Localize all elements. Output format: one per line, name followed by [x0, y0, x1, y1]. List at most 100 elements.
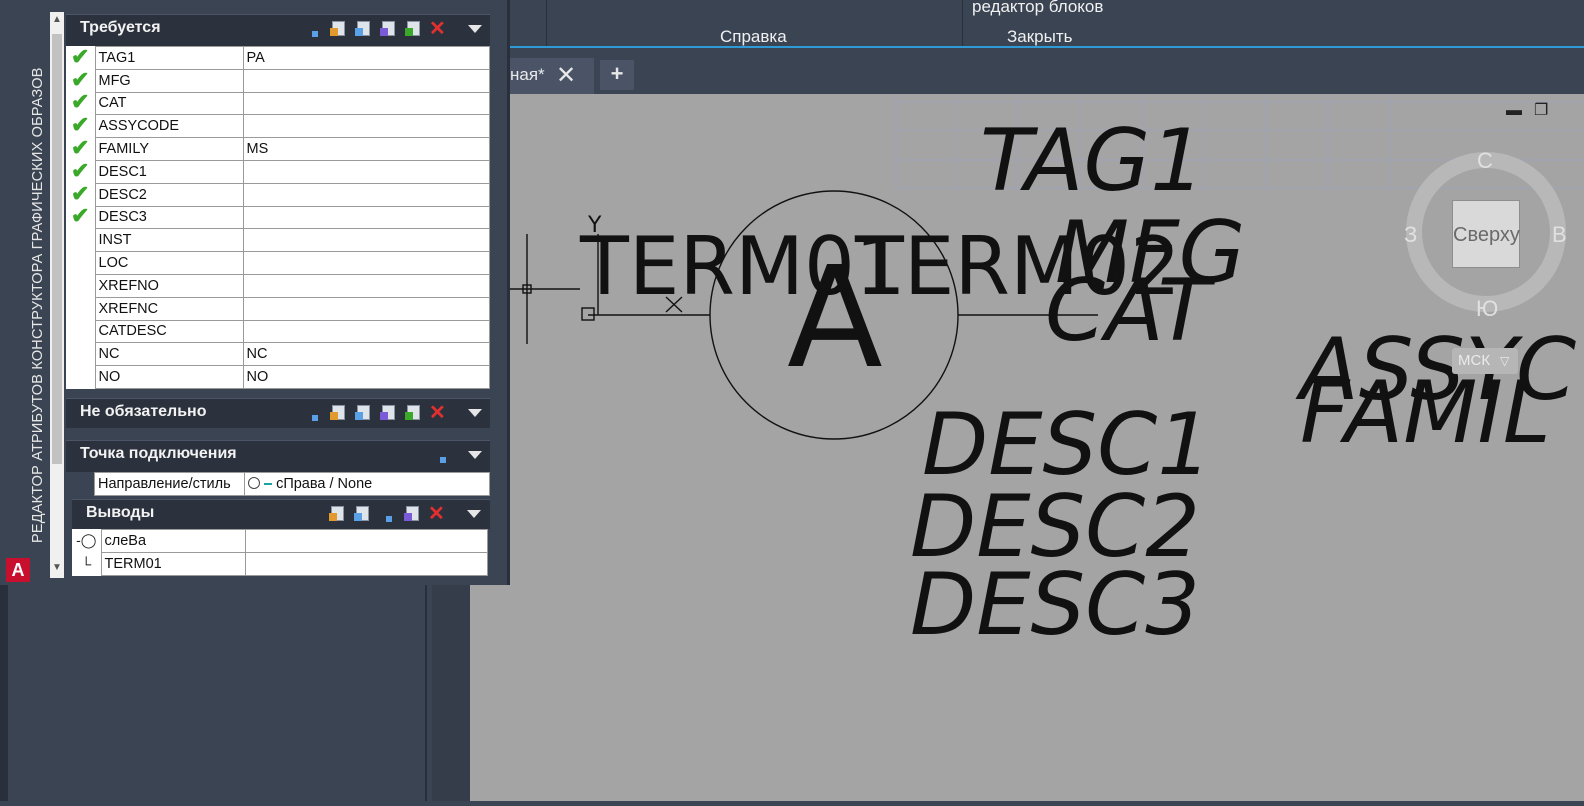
attribute-value-cell[interactable]: MS: [242, 137, 490, 161]
close-block-editor-button[interactable]: Закрыть: [1007, 27, 1072, 47]
attribute-value-cell[interactable]: PA: [242, 46, 490, 70]
table-row[interactable]: └ TERM01: [72, 551, 488, 576]
move-attribute-icon[interactable]: [304, 19, 323, 38]
pin-name-cell[interactable]: TERM01: [100, 551, 246, 576]
table-row[interactable]: CATDESC: [66, 319, 490, 344]
attribute-value-cell[interactable]: NO: [242, 365, 490, 389]
autocad-app-icon[interactable]: A: [6, 558, 30, 582]
attribute-value-cell[interactable]: [242, 91, 490, 116]
attribute-value-cell[interactable]: [242, 68, 490, 93]
collapse-section-icon[interactable]: [468, 25, 482, 33]
new-tab-button[interactable]: +: [600, 60, 634, 90]
pin-value-cell[interactable]: [244, 551, 488, 576]
table-row[interactable]: NO NO: [66, 365, 490, 389]
attribute-name-cell[interactable]: CAT: [94, 91, 244, 116]
table-row[interactable]: Направление/стиль сПрава / None: [94, 472, 490, 496]
table-row[interactable]: NC NC: [66, 342, 490, 367]
table-row[interactable]: ✔ DESC2: [66, 182, 490, 207]
attribute-name-cell[interactable]: NC: [94, 342, 244, 367]
attribute-name-cell[interactable]: XREFNC: [94, 296, 244, 321]
compass-east[interactable]: В: [1552, 222, 1567, 248]
table-row[interactable]: ✔ DESC3: [66, 205, 490, 230]
collapse-section-icon[interactable]: [468, 409, 482, 417]
attribute-name-cell[interactable]: CATDESC: [94, 319, 244, 344]
pin-value-cell[interactable]: [244, 529, 488, 553]
compass-north[interactable]: С: [1477, 148, 1493, 174]
attribute-properties-icon[interactable]: [404, 19, 423, 38]
table-row[interactable]: ✔ MFG: [66, 68, 490, 93]
close-tab-icon[interactable]: ✕: [556, 61, 576, 90]
restore-icon[interactable]: ❐: [1534, 100, 1548, 120]
insert-attribute-icon[interactable]: [354, 403, 373, 422]
insert-attribute-icon[interactable]: [354, 19, 373, 38]
attribute-value-cell[interactable]: [242, 251, 490, 275]
section-connection-header[interactable]: Точка подключения: [66, 440, 490, 472]
attribute-properties-icon[interactable]: [404, 403, 423, 422]
attribute-name-cell[interactable]: ASSYCODE: [94, 114, 244, 139]
help-panel-label[interactable]: Справка: [720, 27, 787, 47]
insert-pin-icon[interactable]: [353, 504, 372, 523]
table-row[interactable]: ✔ FAMILY MS: [66, 137, 490, 161]
table-row[interactable]: ✔ TAG1 PA: [66, 45, 490, 70]
attribute-name-cell[interactable]: LOC: [94, 251, 244, 275]
attribute-name-cell[interactable]: DESC2: [94, 182, 244, 207]
attribute-value-cell[interactable]: [242, 159, 490, 184]
scroll-thumb[interactable]: [52, 34, 62, 464]
delete-pin-icon[interactable]: ✕: [428, 503, 447, 525]
scroll-down-icon[interactable]: ▼: [50, 562, 64, 573]
table-row[interactable]: LOC: [66, 251, 490, 275]
check-cell: [66, 251, 95, 275]
attribute-name-cell[interactable]: DESC3: [94, 205, 244, 230]
collapse-section-icon[interactable]: [467, 510, 481, 518]
attribute-name-cell[interactable]: MFG: [94, 68, 244, 93]
delete-attribute-icon[interactable]: ✕: [429, 402, 448, 424]
viewcube[interactable]: Сверху С Ю З В: [1404, 148, 1567, 322]
attribute-name-cell[interactable]: FAMILY: [94, 137, 244, 161]
edit-attribute-icon[interactable]: [379, 19, 398, 38]
delete-attribute-icon[interactable]: ✕: [429, 18, 448, 40]
table-row[interactable]: XREFNO: [66, 273, 490, 298]
attribute-value-cell[interactable]: [242, 319, 490, 344]
direction-value[interactable]: сПрава / None: [244, 472, 490, 496]
attribute-value-cell[interactable]: [242, 114, 490, 139]
move-attribute-icon[interactable]: [304, 403, 323, 422]
section-required-header[interactable]: Требуется ✕: [66, 14, 490, 46]
attribute-name-cell[interactable]: DESC1: [94, 159, 244, 184]
collapse-section-icon[interactable]: [468, 451, 482, 459]
scroll-up-icon[interactable]: ▲: [50, 14, 64, 25]
pin-name-cell[interactable]: слеВа: [100, 529, 246, 553]
attribute-name-cell[interactable]: TAG1: [94, 46, 244, 70]
section-optional-header[interactable]: Не обязательно ✕: [66, 398, 490, 428]
minimize-icon[interactable]: ▬: [1506, 102, 1522, 120]
attribute-value-cell[interactable]: [242, 273, 490, 298]
table-row[interactable]: INST: [66, 228, 490, 253]
attribute-settings-icon[interactable]: [329, 19, 348, 38]
attribute-name-cell[interactable]: INST: [94, 228, 244, 253]
move-pin-icon[interactable]: [378, 504, 397, 523]
pin-settings-icon[interactable]: [328, 504, 347, 523]
section-pins-header[interactable]: Выводы ✕: [72, 499, 490, 529]
table-row[interactable]: ✔ CAT: [66, 91, 490, 116]
document-tab[interactable]: ная* ✕: [510, 58, 594, 94]
palette-scrollbar[interactable]: ▲ ▼: [50, 12, 64, 578]
table-row[interactable]: XREFNC: [66, 296, 490, 321]
attribute-settings-icon[interactable]: [329, 403, 348, 422]
wcs-dropdown[interactable]: МСК ▽: [1452, 348, 1518, 374]
attribute-name-cell[interactable]: NO: [94, 365, 244, 389]
attribute-value-cell[interactable]: [242, 205, 490, 230]
attribute-name-cell[interactable]: XREFNO: [94, 273, 244, 298]
edit-attribute-icon[interactable]: [379, 403, 398, 422]
move-connection-icon[interactable]: [432, 445, 451, 464]
edit-pin-icon[interactable]: [403, 504, 422, 523]
section-connection-title: Точка подключения: [80, 445, 237, 462]
table-row[interactable]: ✔ ASSYCODE: [66, 114, 490, 139]
compass-south[interactable]: Ю: [1476, 296, 1498, 322]
table-row[interactable]: ✔ DESC1: [66, 159, 490, 184]
attribute-value-cell[interactable]: [242, 228, 490, 253]
compass-west[interactable]: З: [1404, 222, 1417, 248]
table-row[interactable]: -◯ слеВа: [72, 529, 488, 553]
attribute-value-cell[interactable]: [242, 182, 490, 207]
attribute-value-cell[interactable]: NC: [242, 342, 490, 367]
viewcube-top-face[interactable]: Сверху: [1452, 200, 1520, 268]
attribute-value-cell[interactable]: [242, 296, 490, 321]
